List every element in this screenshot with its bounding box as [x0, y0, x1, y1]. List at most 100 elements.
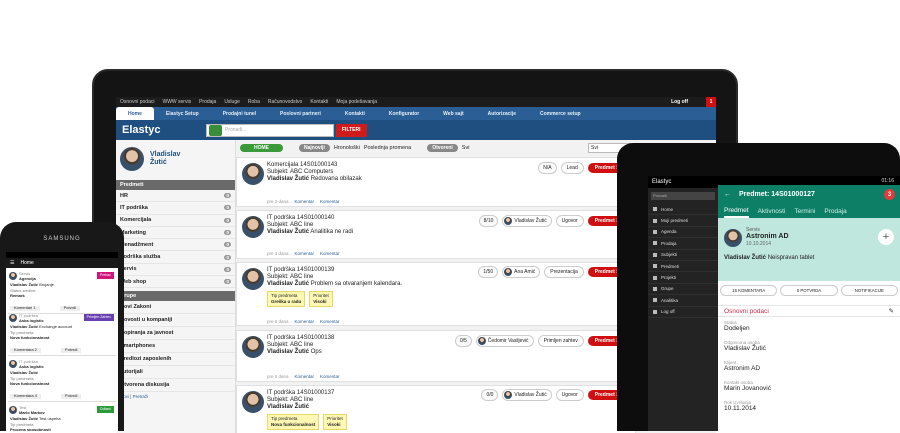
- tab-predmet[interactable]: Predmet: [724, 204, 749, 218]
- group-item[interactable]: Tutorijali: [116, 366, 235, 380]
- nav-item[interactable]: Moji predmeti: [648, 215, 718, 227]
- field[interactable]: Kontakt osoba Marin Jovanović: [724, 380, 771, 392]
- stage-button[interactable]: Ugovor: [555, 389, 584, 401]
- tab-termini[interactable]: Termini: [794, 208, 815, 215]
- nav-item[interactable]: Agenda: [648, 227, 718, 239]
- notification-badge[interactable]: 3: [884, 189, 895, 200]
- search-input[interactable]: Pronađi...: [206, 123, 334, 137]
- tab-aktivnosti[interactable]: Aktivnosti: [758, 208, 786, 215]
- search-icon[interactable]: [209, 124, 222, 136]
- feed-card[interactable]: IT podrška 14S01000140 Subjekt: ABC line V…: [236, 210, 636, 259]
- sidebar-item[interactable]: Podrška služba 0: [116, 251, 235, 264]
- group-item[interactable]: Otvorena diskusija: [116, 379, 235, 393]
- feed-card[interactable]: IT podrška Aska logistic Vladislav Žutić T…: [8, 358, 116, 402]
- last-change-filter[interactable]: Poslednja promena: [364, 145, 411, 151]
- assignee-chip[interactable]: Čedomir Vasiljević: [475, 335, 534, 347]
- assignee-chip[interactable]: Ana Amić: [502, 266, 541, 278]
- menu-item[interactable]: Moja podešavanja: [336, 99, 377, 105]
- comment-link[interactable]: Komentar: [295, 374, 315, 379]
- sidebar-item[interactable]: HR 0: [116, 190, 235, 203]
- menu-item[interactable]: Usluge: [224, 99, 240, 105]
- stage-button[interactable]: Ugovor: [555, 215, 584, 227]
- stage-button[interactable]: Prezentacija: [544, 266, 584, 278]
- sidebar-item[interactable]: Menadžment 0: [116, 239, 235, 252]
- assignee-chip[interactable]: Vladislav Žutić: [502, 215, 552, 227]
- stage-button[interactable]: Primljen zahtev: [537, 335, 584, 347]
- progress-counter[interactable]: 1/50: [478, 266, 499, 278]
- progress-counter[interactable]: N/A: [538, 162, 557, 174]
- newest-filter[interactable]: Najnoviji: [299, 144, 330, 152]
- status-button[interactable]: Primljen Zahtev: [83, 314, 114, 321]
- field[interactable]: Klijent Astronim AD: [724, 360, 760, 372]
- confirmations-button[interactable]: 0 POTVRDA: [780, 285, 838, 296]
- confirm-button[interactable]: Potvrdi: [60, 347, 82, 353]
- open-filter[interactable]: Otvoreni: [427, 144, 458, 152]
- nav-item[interactable]: Predmeti: [648, 261, 718, 273]
- tab[interactable]: Elastyc Setup: [154, 111, 211, 117]
- comments-button[interactable]: Komentara 4: [10, 393, 41, 399]
- logo[interactable]: Elastyc: [648, 176, 718, 188]
- notifications-button[interactable]: NOTIFIKACIJE: [840, 285, 898, 296]
- case-id[interactable]: IT podrška 14S01000137: [267, 390, 334, 397]
- case-id[interactable]: Komercijala 14S01000143: [267, 162, 362, 169]
- tab[interactable]: Konfigurator: [377, 111, 431, 117]
- nav-item[interactable]: Analitika: [648, 295, 718, 307]
- group-item[interactable]: Smartphones: [116, 340, 235, 354]
- field[interactable]: Status Dodeljen: [724, 320, 750, 332]
- tab[interactable]: Commerce setup: [528, 111, 593, 117]
- sidebar-item[interactable]: Servis 0: [116, 264, 235, 277]
- tab[interactable]: Poslovni partneri: [268, 111, 333, 117]
- case-id[interactable]: IT podrška 14S01000139: [267, 267, 402, 274]
- group-item[interactable]: Kopiranja za javnost: [116, 327, 235, 341]
- comment-link[interactable]: Komentar: [320, 319, 340, 324]
- menu-item[interactable]: Računovodstvo: [268, 99, 302, 105]
- menu-item[interactable]: Roba: [248, 99, 260, 105]
- nav-item[interactable]: Grupe: [648, 284, 718, 296]
- feed-card[interactable]: IT podrška 14S01000138 Subjekt: ABC line V…: [236, 330, 636, 382]
- feed-card[interactable]: Komercijala 14S01000143 Subjekt: ABC Comp…: [236, 157, 636, 207]
- progress-counter[interactable]: 8/10: [478, 215, 499, 227]
- progress-counter[interactable]: 0/0: [481, 389, 499, 401]
- field[interactable]: Odgovorna osoba Vladislav Žutić: [724, 340, 766, 352]
- filter-button[interactable]: FILTERI: [336, 123, 367, 137]
- comment-link[interactable]: Komentar: [295, 251, 315, 256]
- sidebar-item[interactable]: Marketing 0: [116, 227, 235, 240]
- tab[interactable]: Autorizacije: [476, 111, 528, 117]
- home-filter[interactable]: HOME: [240, 144, 283, 152]
- tab-home[interactable]: Home: [116, 107, 154, 120]
- home-title[interactable]: Home: [20, 260, 33, 266]
- status-button[interactable]: Odbaci: [96, 406, 114, 413]
- progress-counter[interactable]: 0/5: [454, 335, 472, 347]
- sidebar-item[interactable]: Web shop 0: [116, 276, 235, 289]
- feed-card[interactable]: IT podrška Aska logistic Primljen Zahtev Vl…: [8, 312, 116, 356]
- back-arrow-icon[interactable]: ←: [724, 191, 731, 198]
- menu-item[interactable]: WWW servis: [162, 99, 191, 105]
- pencil-icon[interactable]: ✎: [889, 307, 894, 315]
- nav-item[interactable]: Log off: [648, 307, 718, 318]
- nav-item[interactable]: Subjekti: [648, 250, 718, 261]
- nav-item[interactable]: Projekti: [648, 272, 718, 284]
- menu-item[interactable]: Osnovni podaci: [120, 99, 154, 105]
- case-id[interactable]: IT podrška 14S01000138: [267, 335, 334, 342]
- logout-link[interactable]: Log off: [671, 99, 688, 105]
- comment-link[interactable]: Komentar: [320, 374, 340, 379]
- confirm-button[interactable]: Potvrdi: [60, 393, 82, 399]
- chrono-filter[interactable]: Hronološki: [334, 145, 360, 151]
- notification-badge[interactable]: 1: [706, 97, 716, 107]
- search-input[interactable]: Pronađi: [651, 192, 715, 200]
- menu-item[interactable]: Prodaja: [199, 99, 216, 105]
- tab[interactable]: Kontakti: [333, 111, 377, 117]
- confirm-button[interactable]: Potvrdi: [59, 305, 81, 311]
- feed-card[interactable]: Test Mario Markov Odbaci Vladislav Žutić Te…: [8, 404, 116, 431]
- all-filter[interactable]: Svi: [462, 145, 470, 151]
- comment-link[interactable]: Komentar: [295, 319, 315, 324]
- nav-item[interactable]: Home: [648, 204, 718, 216]
- sidebar-item[interactable]: IT podrška 0: [116, 202, 235, 215]
- field[interactable]: Rok izvršenja 10.11.2014: [724, 400, 756, 412]
- menu-icon[interactable]: ☰: [10, 260, 14, 266]
- tab[interactable]: Prodajni tunel: [211, 111, 268, 117]
- add-icon[interactable]: +: [878, 229, 894, 245]
- status-button[interactable]: Prebac: [96, 272, 114, 279]
- stage-button[interactable]: Lead: [560, 162, 584, 174]
- nav-item[interactable]: Prodaja: [648, 238, 718, 250]
